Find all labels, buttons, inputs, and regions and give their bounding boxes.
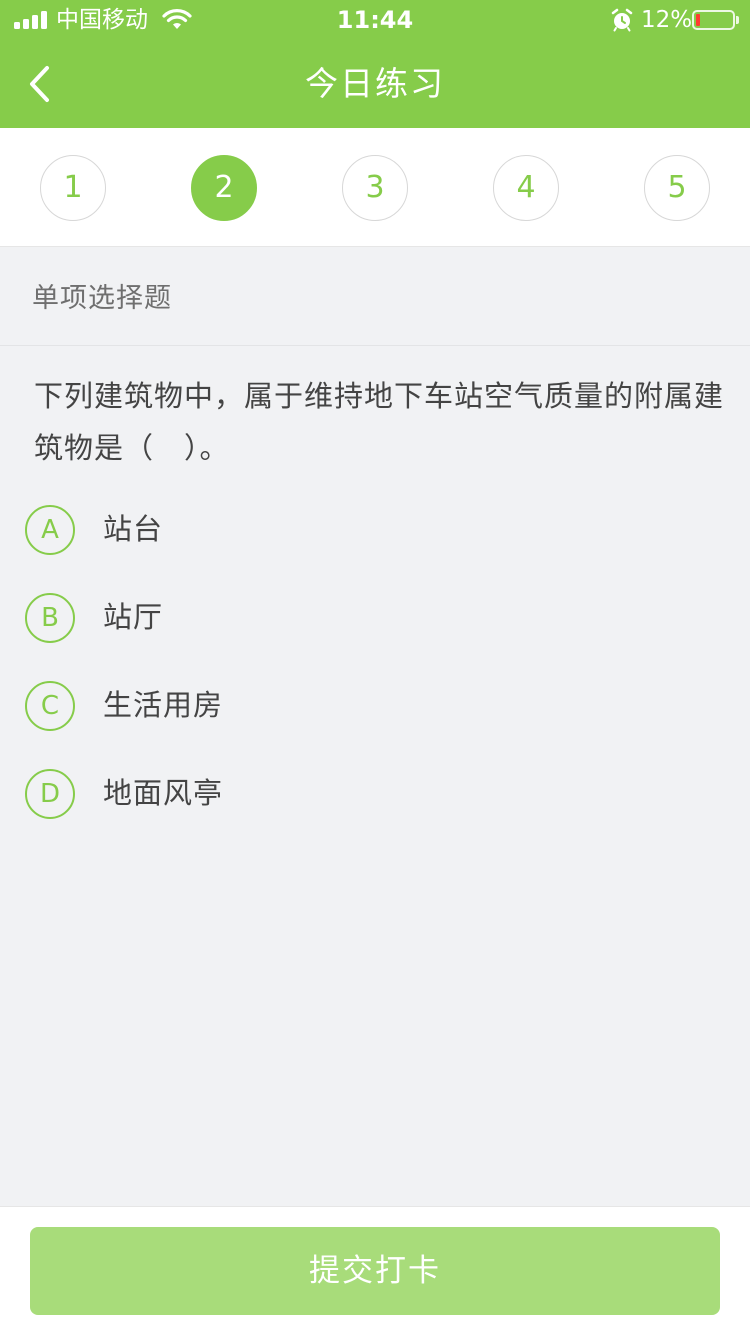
question-text: 下列建筑物中，属于维持地下车站空气质量的附属建筑物是（ ）。 [34, 379, 725, 465]
footer: 提交打卡 [0, 1206, 750, 1334]
question-number-1[interactable]: 1 [40, 155, 106, 221]
page-title: 今日练习 [305, 64, 445, 103]
option-b-text: 站厅 [103, 600, 164, 634]
battery-icon [692, 10, 735, 30]
battery-percentage: 12% [641, 7, 693, 33]
option-a-text: 站台 [103, 512, 164, 546]
header: 中国移动 11:44 12% 今日练习 [0, 0, 750, 128]
app-screen: 中国移动 11:44 12% 今日练习 1 2 3 4 5 单项选择题 下列建筑… [0, 0, 750, 1334]
option-d[interactable]: D 地面风亭 [25, 766, 725, 822]
option-a[interactable]: A 站台 [25, 502, 725, 558]
option-d-marker: D [25, 769, 75, 819]
option-b-marker: B [25, 593, 75, 643]
status-bar: 中国移动 11:44 12% [0, 0, 750, 40]
question-type-row: 单项选择题 [0, 248, 750, 346]
question-number-4[interactable]: 4 [493, 155, 559, 221]
clock: 11:44 [336, 6, 414, 34]
option-a-marker: A [25, 505, 75, 555]
alarm-clock-icon [611, 8, 633, 32]
option-b[interactable]: B 站厅 [25, 590, 725, 646]
question-number-5[interactable]: 5 [644, 155, 710, 221]
option-d-text: 地面风亭 [103, 776, 224, 810]
question-number-bar: 1 2 3 4 5 [0, 128, 750, 247]
question-number-3[interactable]: 3 [342, 155, 408, 221]
question-type-label: 单项选择题 [32, 283, 172, 314]
battery-level [696, 14, 700, 26]
submit-checkin-button[interactable]: 提交打卡 [30, 1227, 720, 1315]
question-number-2[interactable]: 2 [191, 155, 257, 221]
option-c[interactable]: C 生活用房 [25, 678, 725, 734]
option-c-text: 生活用房 [103, 688, 224, 722]
battery-cap [736, 16, 739, 24]
option-c-marker: C [25, 681, 75, 731]
